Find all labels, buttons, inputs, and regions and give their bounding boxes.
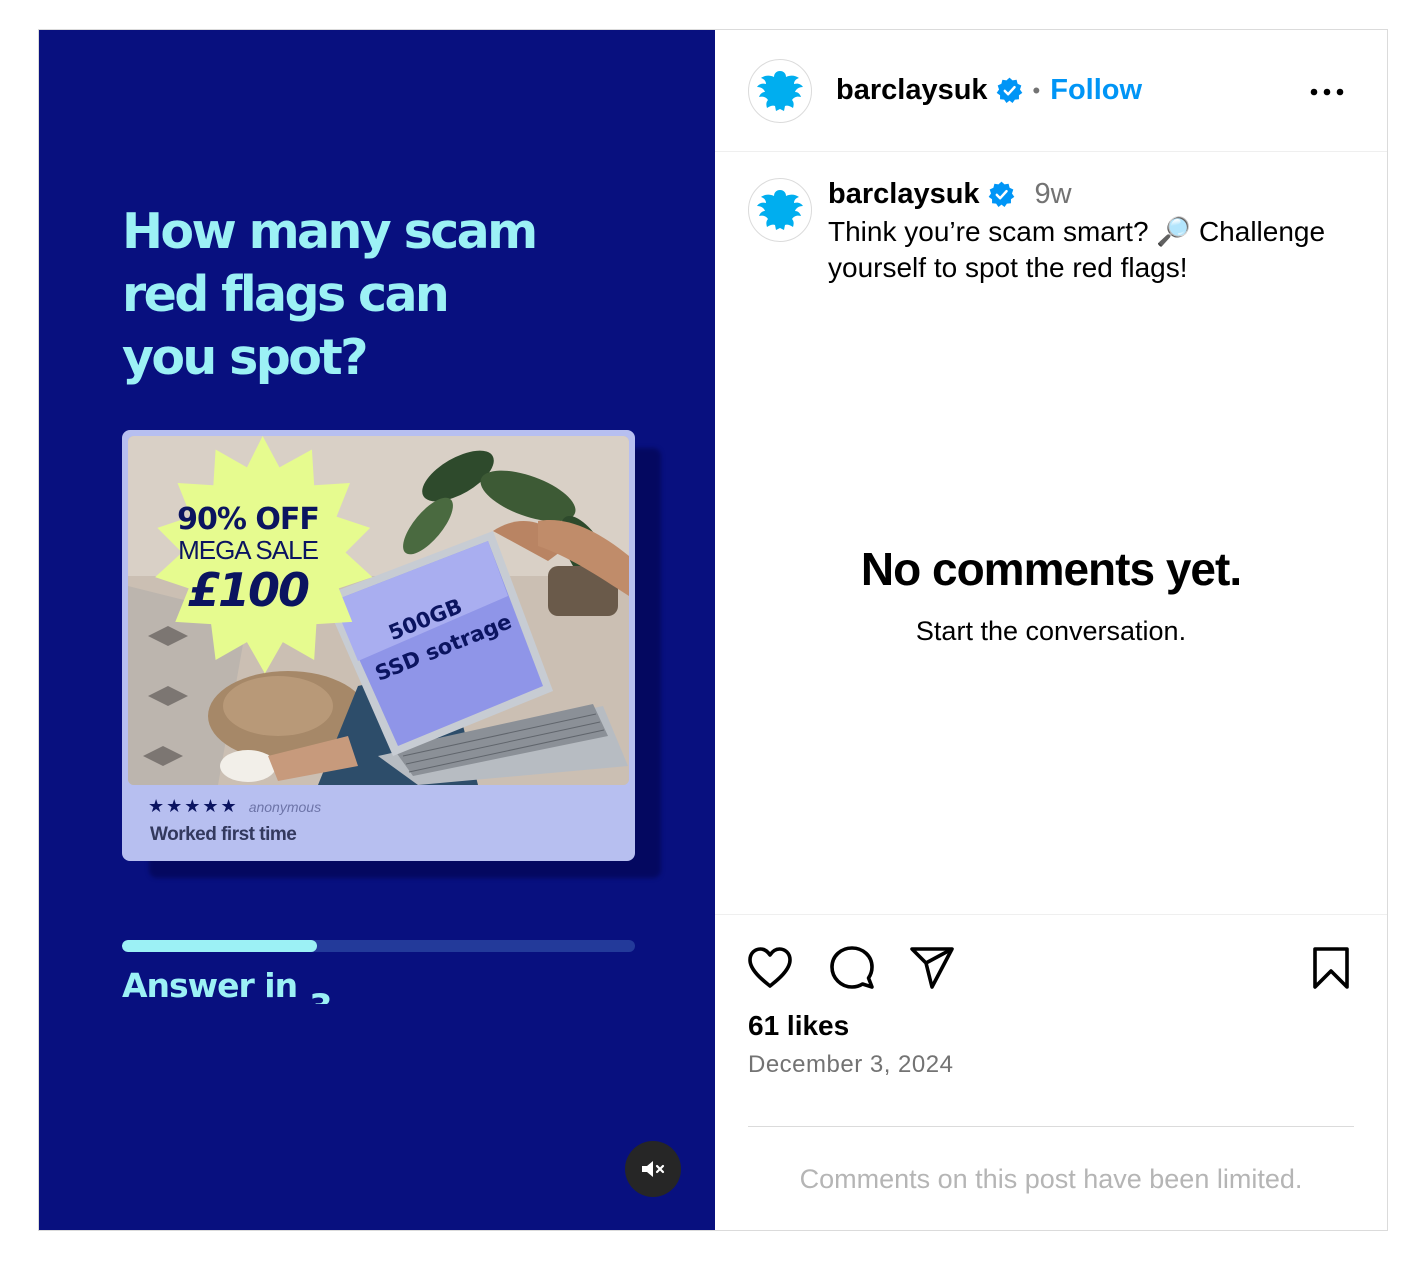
header-user: barclaysuk • Follow: [836, 74, 1142, 107]
caption-header: barclaysuk 9w: [828, 178, 1072, 211]
caption-username-link[interactable]: barclaysuk: [828, 178, 980, 211]
more-options-button[interactable]: [1307, 74, 1347, 110]
review-text: Worked first time: [150, 824, 297, 845]
comments-limited-note: Comments on this post have been limited.: [799, 1164, 1303, 1194]
verified-badge-icon: [988, 181, 1015, 208]
post-date[interactable]: December 3, 2024: [748, 1051, 953, 1079]
burst-price: £100: [188, 563, 309, 617]
answer-countdown: Answer in 3: [122, 966, 332, 1005]
countdown-number: 3: [309, 978, 332, 1004]
more-horizontal-icon: [1310, 88, 1344, 96]
follow-button[interactable]: Follow: [1050, 74, 1142, 107]
answer-label: Answer in: [122, 966, 298, 1005]
separator-dot: •: [1032, 77, 1041, 103]
mute-button[interactable]: [625, 1141, 681, 1197]
empty-comments-subtitle: Start the conversation.: [915, 616, 1187, 646]
bookmark-icon: [1313, 947, 1349, 989]
post-header: barclaysuk • Follow: [715, 30, 1387, 152]
reviewer-name: anonymous: [248, 798, 322, 815]
burst-line-2: MEGA SALE: [178, 535, 318, 565]
likes-count[interactable]: 61 likes: [748, 1010, 849, 1042]
post-time-link[interactable]: 9w: [1035, 178, 1072, 211]
like-button[interactable]: [744, 942, 796, 994]
save-button[interactable]: [1305, 942, 1357, 994]
divider: [748, 1126, 1354, 1127]
post-actions: 61 likes December 3, 2024 Comments on th…: [715, 914, 1387, 1194]
comments-empty-state: No comments yet. Start the conversation.: [715, 542, 1387, 647]
speaker-muted-icon: [642, 1161, 665, 1177]
ad-rating: ★★★★★ anonymous: [148, 796, 321, 817]
avatar[interactable]: [748, 59, 812, 123]
countdown-progress: [122, 940, 635, 952]
username-link[interactable]: barclaysuk: [836, 74, 988, 107]
caption-text: Think you’re scam smart? 🔎 Challenge you…: [828, 216, 1326, 283]
laptop-ad-illustration: 500GB SSD sotrage 90% OFF MEGA SALE £100: [128, 436, 629, 785]
ad-photo: 500GB SSD sotrage 90% OFF MEGA SALE £100: [128, 436, 629, 785]
ad-card: 500GB SSD sotrage 90% OFF MEGA SALE £100…: [122, 430, 635, 861]
comment-icon: [830, 946, 874, 989]
heart-icon: [748, 947, 792, 988]
media-heading: How many scam red flags can you spot?: [122, 203, 538, 386]
star-rating: ★★★★★: [148, 796, 239, 816]
post-dialog: How many scam red flags can you spot? 50…: [38, 29, 1388, 1231]
empty-comments-title: No comments yet.: [860, 543, 1242, 595]
burst-line-1: 90% OFF: [177, 502, 319, 537]
comment-button[interactable]: [826, 942, 878, 994]
post-media[interactable]: How many scam red flags can you spot? 50…: [39, 30, 715, 1230]
share-button[interactable]: [906, 942, 958, 994]
barclays-eagle-logo: [757, 190, 803, 230]
barclays-eagle-logo: [757, 71, 803, 111]
caption-avatar[interactable]: [748, 178, 812, 242]
share-icon: [910, 947, 954, 989]
verified-badge-icon: [996, 77, 1023, 104]
post-side-panel: barclaysuk • Follow barclaysuk 9w Think …: [715, 30, 1387, 1230]
countdown-progress-fill: [122, 940, 317, 952]
